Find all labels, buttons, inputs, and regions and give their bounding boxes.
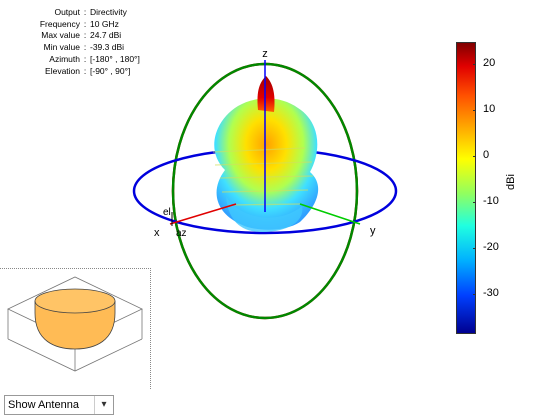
- y-axis-label: y: [370, 225, 376, 237]
- colorbar-unit-label: dBi: [505, 174, 517, 190]
- colorbar-tickmark: [473, 248, 476, 249]
- colorbar-tick-label: 0: [483, 149, 490, 161]
- colorbar-tick-label: 10: [483, 103, 496, 115]
- colorbar-tick-label: -10: [483, 195, 499, 207]
- colorbar-tickmark: [473, 110, 476, 111]
- elevation-label: el: [163, 207, 171, 218]
- y-axis-line: [299, 203, 361, 225]
- x-axis-label: x: [154, 227, 160, 239]
- z-axis-label: z: [262, 48, 268, 60]
- colorbar-tick-label: -30: [483, 287, 499, 299]
- colorbar-tickmark: [473, 202, 476, 203]
- colorbar-tick-label: -20: [483, 241, 499, 253]
- azimuth-label: az: [176, 228, 187, 239]
- colorbar[interactable]: [456, 42, 476, 334]
- antenna-display-dropdown[interactable]: Show Antenna ▾: [4, 395, 114, 415]
- antenna-preview: [7, 276, 143, 372]
- radiation-pattern-figure[interactable]: Output: Directivity Frequency:10 GHz Max …: [0, 0, 560, 420]
- colorbar-tickmark: [473, 156, 476, 157]
- colorbar-tick-label: 20: [483, 57, 496, 69]
- dropdown-selected-value: Show Antenna: [8, 399, 79, 411]
- antenna-preview-inset[interactable]: [0, 268, 151, 389]
- chevron-down-icon[interactable]: ▾: [94, 396, 113, 414]
- colorbar-tickmark: [473, 294, 476, 295]
- colorbar-tickmark: [473, 64, 476, 65]
